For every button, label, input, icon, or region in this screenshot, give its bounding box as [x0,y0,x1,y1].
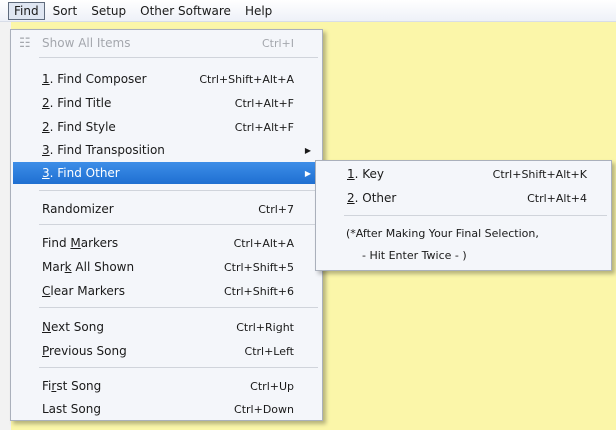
menu-item-find-style[interactable]: 2. Find Style Ctrl+Alt+F [13,116,320,138]
menu-item-shortcut: Ctrl+Shift+5 [223,260,294,274]
menu-item-shortcut: Ctrl+Alt+F [234,120,294,134]
menu-item-shortcut: Ctrl+Shift+6 [223,284,294,298]
menu-item-label: 2. Find Title [42,96,111,110]
label-text: revious Song [49,344,127,358]
submenu-item-key[interactable]: 1. Key Ctrl+Shift+Alt+K [318,163,609,185]
menu-item-label: Randomizer [42,202,114,216]
menu-other-software[interactable]: Other Software [134,2,237,20]
mnemonic: 2 [42,120,50,134]
label-text: . Find Style [49,120,116,134]
mnemonic: M [70,236,81,250]
menu-find[interactable]: Find [8,1,45,20]
triangle-right-icon: ▶ [304,145,311,155]
menu-item-shortcut: Ctrl+Shift+Alt+K [492,167,587,181]
menu-setup[interactable]: Setup [85,2,132,20]
label-text: . Find Other [49,166,120,180]
label-text: . Find Transposition [49,143,165,157]
menu-separator [39,57,318,58]
menu-item-randomizer[interactable]: Randomizer Ctrl+7 [13,198,320,220]
menu-item-label: Show All Items [42,36,131,50]
menu-item-find-markers[interactable]: Find Markers Ctrl+Alt+A [13,232,320,254]
mnemonic: 2 [42,96,50,110]
menu-item-shortcut: Ctrl+Shift+Alt+A [199,72,294,86]
menu-item-find-other[interactable]: 3. Find Other ▶ [13,162,320,184]
menu-item-shortcut: Ctrl+I [261,36,294,50]
label-text: lear Markers [50,284,125,298]
menu-item-find-transposition[interactable]: 3. Find Transposition ▶ [13,139,320,161]
menu-item-find-composer[interactable]: 1. Find Composer Ctrl+Shift+Alt+A [13,68,320,90]
menu-item-shortcut: Ctrl+7 [258,202,294,216]
menu-item-label: 3. Find Other [42,166,120,180]
menu-separator [39,190,318,191]
menu-item-first-song[interactable]: First Song Ctrl+Up [13,375,320,397]
menu-item-label: Mark All Shown [42,260,134,274]
menu-item-shortcut: Ctrl+Left [244,344,294,358]
menu-item-shortcut: Ctrl+Alt+A [233,236,294,250]
menu-item-label: 1. Key [347,167,384,181]
menu-item-shortcut: Ctrl+Up [250,379,294,393]
menu-item-shortcut: Ctrl+Alt+F [234,96,294,110]
menu-item-shortcut: Ctrl+Down [234,402,294,416]
mnemonic: P [42,344,50,358]
menu-item-next-song[interactable]: Next Song Ctrl+Right [13,316,320,338]
mnemonic: 1 [347,167,355,181]
submenu-note-line-2: - Hit Enter Twice - ) [362,249,467,262]
menu-sort[interactable]: Sort [47,2,84,20]
triangle-right-icon: ▶ [304,168,311,178]
menu-item-shortcut: Ctrl+Right [236,320,294,334]
mnemonic: 1 [42,72,50,86]
label-text: All Shown [71,260,135,274]
label-text: Fi [42,379,52,393]
menu-item-label: Find Markers [42,236,118,250]
label-text: Mar [42,260,65,274]
menu-item-label: 2. Find Style [42,120,116,134]
find-dropdown-menu: ☷ Show All Items Ctrl+I 1. Find Composer… [10,29,323,421]
sliders-icon: ☷ [19,35,31,51]
menu-item-label: Previous Song [42,344,127,358]
menu-help[interactable]: Help [239,2,278,20]
menu-bar: Find Sort Setup Other Software Help [0,0,616,22]
menu-item-label: Clear Markers [42,284,125,298]
menu-item-label: First Song [42,379,101,393]
mnemonic: k [64,260,72,274]
find-other-submenu: 1. Key Ctrl+Shift+Alt+K 2. Other Ctrl+Al… [315,160,612,271]
mnemonic: 3 [42,166,50,180]
menu-item-shortcut: Ctrl+Alt+4 [527,191,587,205]
mnemonic: 2 [347,191,355,205]
menu-item-find-title[interactable]: 2. Find Title Ctrl+Alt+F [13,92,320,114]
menu-item-last-song[interactable]: Last Song Ctrl+Down [13,398,320,420]
label-text: . Other [354,191,397,205]
menu-separator [39,307,318,308]
menu-item-label: 1. Find Composer [42,72,147,86]
menu-item-label: 2. Other [347,191,396,205]
menu-separator [39,224,318,225]
label-text: ext Song [50,320,104,334]
label-text: . Find Title [49,96,112,110]
menu-item-previous-song[interactable]: Previous Song Ctrl+Left [13,340,320,362]
submenu-note-line-1: (*After Making Your Final Selection, [346,227,539,240]
menu-item-label: Last Song [42,402,101,416]
menu-separator [344,215,607,216]
menu-item-label: Next Song [42,320,104,334]
menu-item-mark-all-shown[interactable]: Mark All Shown Ctrl+Shift+5 [13,256,320,278]
menu-item-show-all-items[interactable]: ☷ Show All Items Ctrl+I [13,32,320,54]
label-text: arkers [80,236,119,250]
mnemonic: 3 [42,143,50,157]
mnemonic: N [42,320,51,334]
label-text: Find [42,236,71,250]
submenu-item-other[interactable]: 2. Other Ctrl+Alt+4 [318,187,609,209]
label-text: . Find Composer [49,72,147,86]
menu-item-label: 3. Find Transposition [42,143,165,157]
label-text: . Key [354,167,385,181]
label-text: st Song [56,379,102,393]
menu-item-clear-markers[interactable]: Clear Markers Ctrl+Shift+6 [13,280,320,302]
menu-separator [39,367,318,368]
